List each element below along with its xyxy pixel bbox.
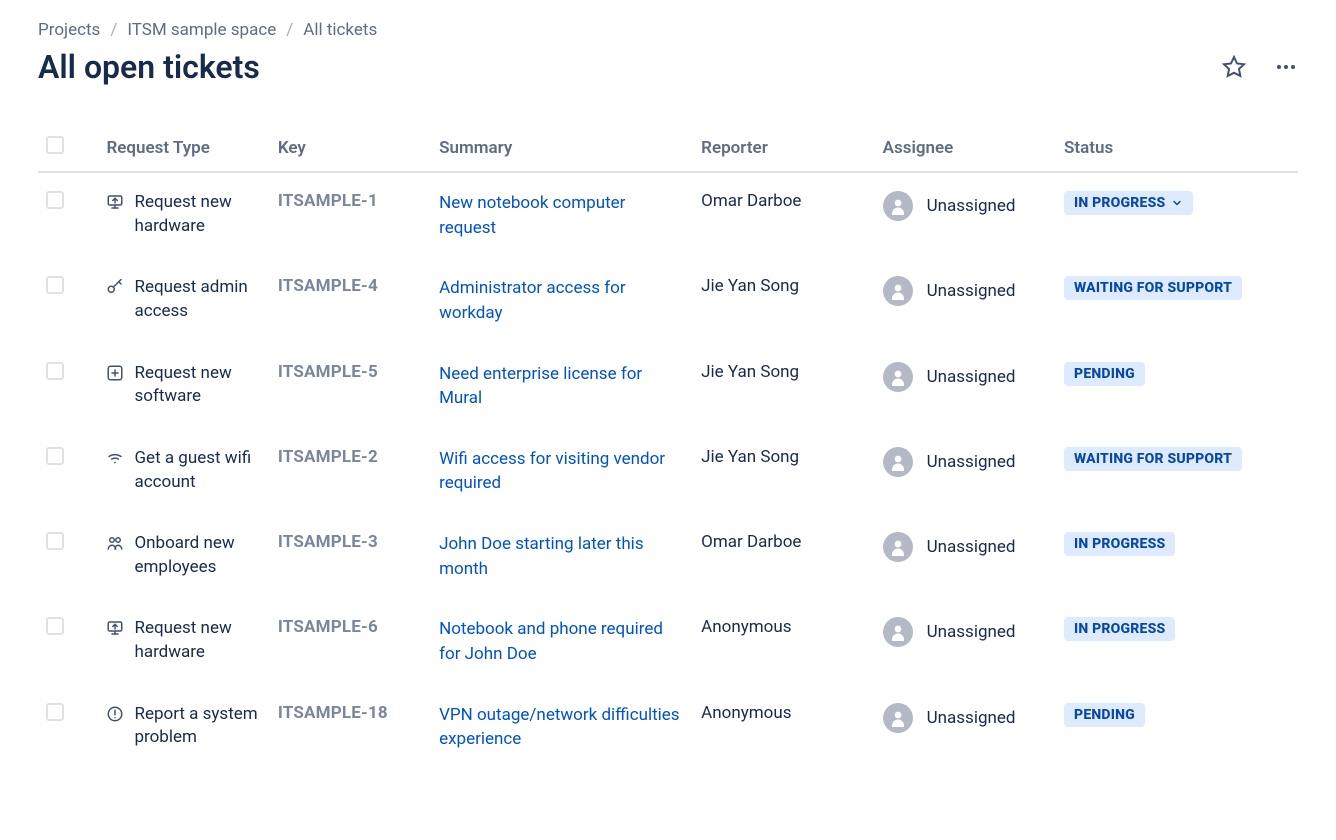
page-title: All open tickets xyxy=(38,48,260,86)
ticket-summary-link[interactable]: John Doe starting later this month xyxy=(439,534,644,579)
request-type-label: Request new hardware xyxy=(134,617,261,665)
ticket-key[interactable]: ITSAMPLE-18 xyxy=(278,703,388,723)
ticket-summary-link[interactable]: Wifi access for visiting vendor required xyxy=(439,449,665,494)
breadcrumb-separator: / xyxy=(110,20,117,40)
ticket-key[interactable]: ITSAMPLE-4 xyxy=(278,276,378,296)
status-badge[interactable]: IN PROGRESS xyxy=(1064,191,1193,215)
ticket-key[interactable]: ITSAMPLE-2 xyxy=(278,447,378,467)
table-row: Request new hardware ITSAMPLE-1 New notebo… xyxy=(38,172,1298,258)
avatar-icon xyxy=(883,362,913,392)
request-type-label: Report a system problem xyxy=(134,703,261,751)
table-row: Get a guest wifi account ITSAMPLE-2 Wifi a… xyxy=(38,429,1298,514)
status-label: IN PROGRESS xyxy=(1074,195,1165,211)
row-checkbox[interactable] xyxy=(46,617,64,635)
ticket-key[interactable]: ITSAMPLE-6 xyxy=(278,617,378,637)
reporter-name: Omar Darboe xyxy=(701,191,801,211)
column-header-assignee[interactable]: Assignee xyxy=(875,126,1056,172)
avatar-icon xyxy=(883,532,913,562)
select-all-checkbox[interactable] xyxy=(46,136,64,154)
row-checkbox[interactable] xyxy=(46,532,64,550)
avatar-icon xyxy=(883,276,913,306)
tickets-table: Request Type Key Summary Reporter Assign… xyxy=(38,126,1298,770)
assignee-name[interactable]: Unassigned xyxy=(927,367,1016,387)
status-label: PENDING xyxy=(1074,366,1135,382)
reporter-name: Jie Yan Song xyxy=(701,362,799,382)
ticket-summary-link[interactable]: Administrator access for workday xyxy=(439,278,626,323)
breadcrumb-projects[interactable]: Projects xyxy=(38,20,100,40)
assignee-name[interactable]: Unassigned xyxy=(927,537,1016,557)
breadcrumb-current[interactable]: All tickets xyxy=(303,20,377,40)
avatar-icon xyxy=(883,703,913,733)
title-actions xyxy=(1222,55,1298,79)
status-label: IN PROGRESS xyxy=(1074,536,1165,552)
request-type-label: Get a guest wifi account xyxy=(134,447,261,495)
request-type-label: Request new hardware xyxy=(134,191,261,239)
plus-box-icon xyxy=(106,362,124,390)
avatar-icon xyxy=(883,191,913,221)
table-row: Onboard new employees ITSAMPLE-3 John Doe … xyxy=(38,514,1298,599)
reporter-name: Jie Yan Song xyxy=(701,276,799,296)
ticket-key[interactable]: ITSAMPLE-5 xyxy=(278,362,378,382)
reporter-name: Anonymous xyxy=(701,617,791,637)
status-badge[interactable]: IN PROGRESS xyxy=(1064,532,1175,556)
key-icon xyxy=(106,276,124,304)
chevron-down-icon xyxy=(1171,197,1183,209)
alert-icon xyxy=(106,703,124,731)
status-badge[interactable]: PENDING xyxy=(1064,362,1145,386)
breadcrumb-separator: / xyxy=(286,20,293,40)
assignee-name[interactable]: Unassigned xyxy=(927,708,1016,728)
people-icon xyxy=(106,532,124,560)
table-row: Report a system problem ITSAMPLE-18 VPN ou… xyxy=(38,685,1298,770)
column-header-reporter[interactable]: Reporter xyxy=(693,126,874,172)
wifi-icon xyxy=(106,447,124,475)
reporter-name: Jie Yan Song xyxy=(701,447,799,467)
ticket-summary-link[interactable]: New notebook computer request xyxy=(439,193,625,238)
column-header-key[interactable]: Key xyxy=(270,126,431,172)
ticket-summary-link[interactable]: Notebook and phone required for John Doe xyxy=(439,619,663,664)
request-type-label: Request admin access xyxy=(134,276,261,324)
column-header-request-type[interactable]: Request Type xyxy=(98,126,269,172)
assignee-name[interactable]: Unassigned xyxy=(927,196,1016,216)
ticket-summary-link[interactable]: VPN outage/network difficulties experien… xyxy=(439,705,680,750)
row-checkbox[interactable] xyxy=(46,447,64,465)
ticket-key[interactable]: ITSAMPLE-1 xyxy=(278,191,378,211)
avatar-icon xyxy=(883,447,913,477)
status-label: WAITING FOR SUPPORT xyxy=(1074,280,1232,296)
breadcrumb-space[interactable]: ITSM sample space xyxy=(127,20,276,40)
monitor-up-icon xyxy=(106,617,124,645)
table-row: Request new software ITSAMPLE-5 Need enter… xyxy=(38,344,1298,429)
column-header-status[interactable]: Status xyxy=(1056,126,1298,172)
request-type-label: Request new software xyxy=(134,362,261,410)
status-label: WAITING FOR SUPPORT xyxy=(1074,451,1232,467)
ticket-summary-link[interactable]: Need enterprise license for Mural xyxy=(439,364,642,409)
status-badge[interactable]: IN PROGRESS xyxy=(1064,617,1175,641)
status-badge[interactable]: WAITING FOR SUPPORT xyxy=(1064,276,1242,300)
status-badge[interactable]: WAITING FOR SUPPORT xyxy=(1064,447,1242,471)
row-checkbox[interactable] xyxy=(46,362,64,380)
assignee-name[interactable]: Unassigned xyxy=(927,452,1016,472)
breadcrumb: Projects / ITSM sample space / All ticke… xyxy=(38,20,1298,40)
row-checkbox[interactable] xyxy=(46,276,64,294)
row-checkbox[interactable] xyxy=(46,191,64,209)
assignee-name[interactable]: Unassigned xyxy=(927,622,1016,642)
request-type-label: Onboard new employees xyxy=(134,532,261,580)
table-row: Request new hardware ITSAMPLE-6 Notebook a… xyxy=(38,599,1298,684)
status-label: IN PROGRESS xyxy=(1074,621,1165,637)
ticket-key[interactable]: ITSAMPLE-3 xyxy=(278,532,378,552)
column-header-summary[interactable]: Summary xyxy=(431,126,693,172)
monitor-up-icon xyxy=(106,191,124,219)
table-row: Request admin access ITSAMPLE-4 Administra… xyxy=(38,258,1298,343)
assignee-name[interactable]: Unassigned xyxy=(927,281,1016,301)
more-icon[interactable] xyxy=(1274,55,1298,79)
reporter-name: Omar Darboe xyxy=(701,532,801,552)
reporter-name: Anonymous xyxy=(701,703,791,723)
status-label: PENDING xyxy=(1074,707,1135,723)
status-badge[interactable]: PENDING xyxy=(1064,703,1145,727)
star-icon[interactable] xyxy=(1222,55,1246,79)
avatar-icon xyxy=(883,617,913,647)
row-checkbox[interactable] xyxy=(46,703,64,721)
